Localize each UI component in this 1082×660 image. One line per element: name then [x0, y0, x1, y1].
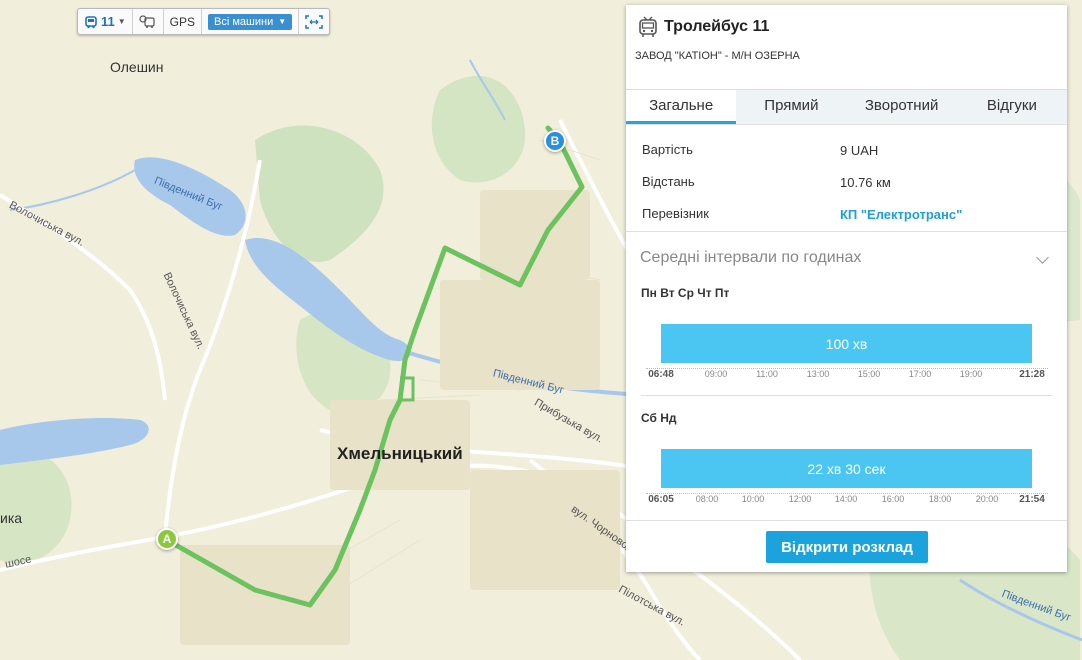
chevron-down-icon: ▼	[117, 17, 126, 26]
route-info-panel: Тролейбус 11 ЗАВОД "КАТІОН" - М/Н ОЗЕРНА…	[626, 5, 1067, 572]
carrier-link[interactable]: КП "Електротранс"	[840, 207, 962, 222]
timeline-tick: 11:00	[756, 369, 778, 379]
vehicle-location-button[interactable]	[133, 9, 164, 34]
timeline-tick: 17:00	[908, 369, 932, 379]
weekend-timeline: 06:05 08:00 10:00 12:00 14:00 16:00 18:0…	[646, 494, 1048, 510]
distance-value: 10.76 км	[840, 175, 891, 190]
panel-title: Тролейбус 11	[664, 18, 770, 35]
intervals-title[interactable]: Середні інтервали по годинах	[640, 249, 861, 267]
divider	[626, 231, 1067, 232]
timeline-start: 06:05	[648, 494, 674, 505]
panel-header: Тролейбус 11 ЗАВОД "КАТІОН" - М/Н ОЗЕРНА	[626, 5, 1067, 90]
timeline-tick: 18:00	[928, 494, 952, 504]
fit-bounds-button[interactable]	[299, 9, 329, 34]
trolleybus-icon	[85, 15, 97, 28]
vehicles-select-label: Всі машини	[214, 15, 274, 28]
fit-bounds-icon	[305, 14, 323, 29]
panel-tabs: Загальне Прямий Зворотний Відгуки	[626, 90, 1067, 125]
route-start-marker[interactable]: A	[156, 528, 178, 550]
cost-label: Вартість	[642, 142, 693, 157]
vehicle-location-icon	[139, 14, 155, 28]
open-schedule-button[interactable]: Відкрити розклад	[766, 531, 928, 563]
carrier-label: Перевізник	[642, 206, 709, 221]
timeline-tick: 10:00	[741, 494, 765, 504]
weekend-label: Сб Нд	[641, 411, 677, 425]
timeline-tick: 19:00	[959, 369, 983, 379]
tab-general[interactable]: Загальне	[626, 90, 737, 124]
timeline-tick: 13:00	[806, 369, 830, 379]
chevron-down-icon[interactable]	[1036, 251, 1049, 264]
chevron-down-icon: ▼	[278, 17, 287, 26]
route-subtitle: ЗАВОД "КАТІОН" - М/Н ОЗЕРНА	[635, 50, 800, 62]
distance-label: Відстань	[642, 174, 695, 189]
weekend-interval-bar: 22 хв 30 сек	[661, 449, 1032, 488]
timeline-tick: 12:00	[788, 494, 812, 504]
timeline-tick: 15:00	[857, 369, 881, 379]
weekdays-timeline: 06:48 09:00 11:00 13:00 15:00 17:00 19:0…	[646, 369, 1048, 385]
timeline-start: 06:48	[648, 369, 674, 380]
trolleybus-icon	[639, 16, 657, 37]
weekdays-label: Пн Вт Ср Чт Пт	[641, 286, 730, 300]
timeline-tick: 08:00	[695, 494, 719, 504]
route-number: 11	[101, 14, 115, 29]
timeline-tick: 09:00	[704, 369, 728, 379]
gps-button[interactable]: GPS	[164, 9, 203, 34]
timeline-tick: 16:00	[881, 494, 905, 504]
timeline-end: 21:28	[1019, 369, 1045, 380]
tab-reviews[interactable]: Відгуки	[957, 90, 1067, 124]
vehicles-select-wrapper: Всі машини ▼	[202, 9, 300, 34]
map-toolbar: 11 ▼ GPS Всі машини ▼	[77, 8, 331, 35]
timeline-tick: 20:00	[975, 494, 999, 504]
divider	[626, 520, 1067, 521]
route-selector[interactable]: 11 ▼	[78, 9, 133, 34]
vehicles-select[interactable]: Всі машини ▼	[208, 13, 293, 30]
town-label-edge: ика	[0, 510, 23, 526]
tab-backward[interactable]: Зворотний	[847, 90, 957, 124]
divider	[641, 395, 1053, 396]
route-end-marker[interactable]: B	[544, 130, 566, 152]
cost-value: 9 UAH	[840, 143, 879, 158]
timeline-tick: 14:00	[834, 494, 858, 504]
timeline-end: 21:54	[1019, 494, 1045, 505]
city-block	[480, 190, 590, 280]
tab-forward[interactable]: Прямий	[736, 90, 846, 124]
weekdays-interval-bar: 100 хв	[661, 324, 1032, 363]
city-label: Хмельницький	[337, 444, 463, 463]
town-label-oleshyn: Олешин	[110, 59, 164, 75]
